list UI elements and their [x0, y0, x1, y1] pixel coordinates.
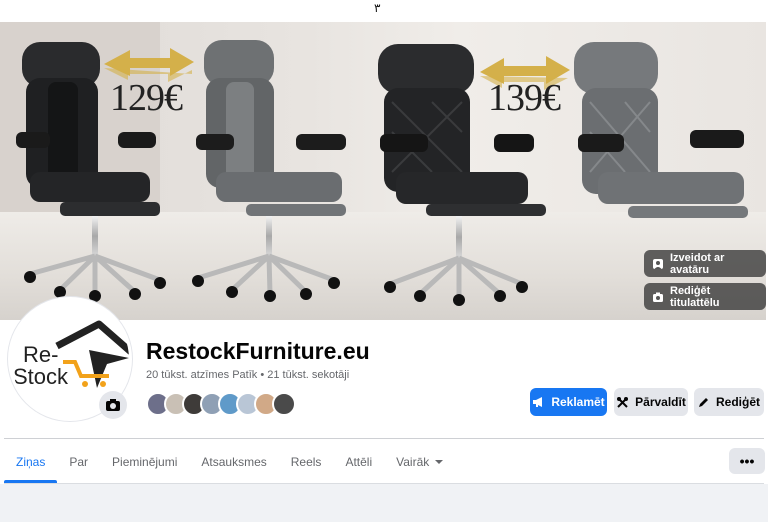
logo-text-bottom: Stock	[13, 364, 69, 389]
pencil-icon	[698, 398, 708, 407]
avatar-icon	[652, 258, 664, 270]
tab-about[interactable]: Par	[57, 441, 100, 483]
tab-posts-label: Ziņas	[16, 455, 46, 469]
top-strip: ٣	[0, 0, 768, 22]
tab-reels[interactable]: Reels	[279, 441, 334, 483]
camera-icon	[652, 291, 664, 303]
caret-down-icon	[435, 460, 444, 464]
camera-icon	[106, 399, 120, 411]
tab-photos[interactable]: Attēli	[333, 441, 384, 483]
price-label-right: 139€	[488, 77, 561, 119]
megaphone-icon	[533, 397, 543, 407]
tab-mentions-label: Pieminējumi	[112, 455, 178, 469]
edit-cover-photo-label: Rediģēt titulattēlu	[670, 284, 720, 309]
promote-button[interactable]: Reklamēt	[530, 388, 607, 416]
profile-divider	[4, 438, 764, 439]
edit-cover-photo-button[interactable]: Rediģēt titulattēlu	[644, 283, 766, 310]
manage-button[interactable]: Pārvaldīt	[614, 388, 688, 416]
page-stats[interactable]: 20 tūkst. atzīmes Patīk • 21 tūkst. seko…	[146, 369, 349, 381]
tab-reviews-label: Atsauksmes	[201, 455, 267, 469]
tab-reviews[interactable]: Atsauksmes	[189, 441, 278, 483]
price-label-left: 129€	[110, 77, 183, 119]
chair-grey-1	[192, 40, 346, 302]
tab-more[interactable]: Vairāk	[384, 441, 456, 483]
create-with-avatar-label: Izveidot ar avatāru	[670, 251, 725, 276]
promote-label: Reklamēt	[551, 395, 605, 409]
edit-page-button[interactable]: Rediģēt	[694, 388, 764, 416]
top-glyph: ٣	[374, 1, 381, 15]
cover-photo[interactable]: 129€ 139€ Izveidot ar avatāru Rediģēt ti…	[0, 22, 766, 320]
feed-background	[0, 484, 768, 522]
page-tabs: Ziņas Par Pieminējumi Atsauksmes Reels A…	[4, 441, 456, 483]
follower-avatar[interactable]	[272, 392, 296, 416]
tab-posts[interactable]: Ziņas	[4, 441, 58, 483]
manage-label: Pārvaldīt	[635, 395, 686, 409]
update-profile-picture-button[interactable]	[99, 391, 127, 419]
follower-avatars[interactable]	[146, 392, 296, 416]
tab-more-label: Vairāk	[396, 455, 430, 469]
tab-mentions[interactable]: Pieminējumi	[100, 441, 189, 483]
tab-photos-label: Attēli	[345, 455, 373, 469]
create-with-avatar-button[interactable]: Izveidot ar avatāru	[644, 250, 766, 277]
tab-about-label: Par	[69, 455, 89, 469]
page-title: RestockFurniture.eu	[146, 338, 370, 364]
tools-icon	[617, 396, 629, 408]
tab-reels-label: Reels	[290, 455, 322, 469]
chair-grey-2	[574, 42, 748, 218]
more-options-button[interactable]: •••	[729, 448, 765, 474]
edit-page-label: Rediģēt	[715, 395, 760, 409]
